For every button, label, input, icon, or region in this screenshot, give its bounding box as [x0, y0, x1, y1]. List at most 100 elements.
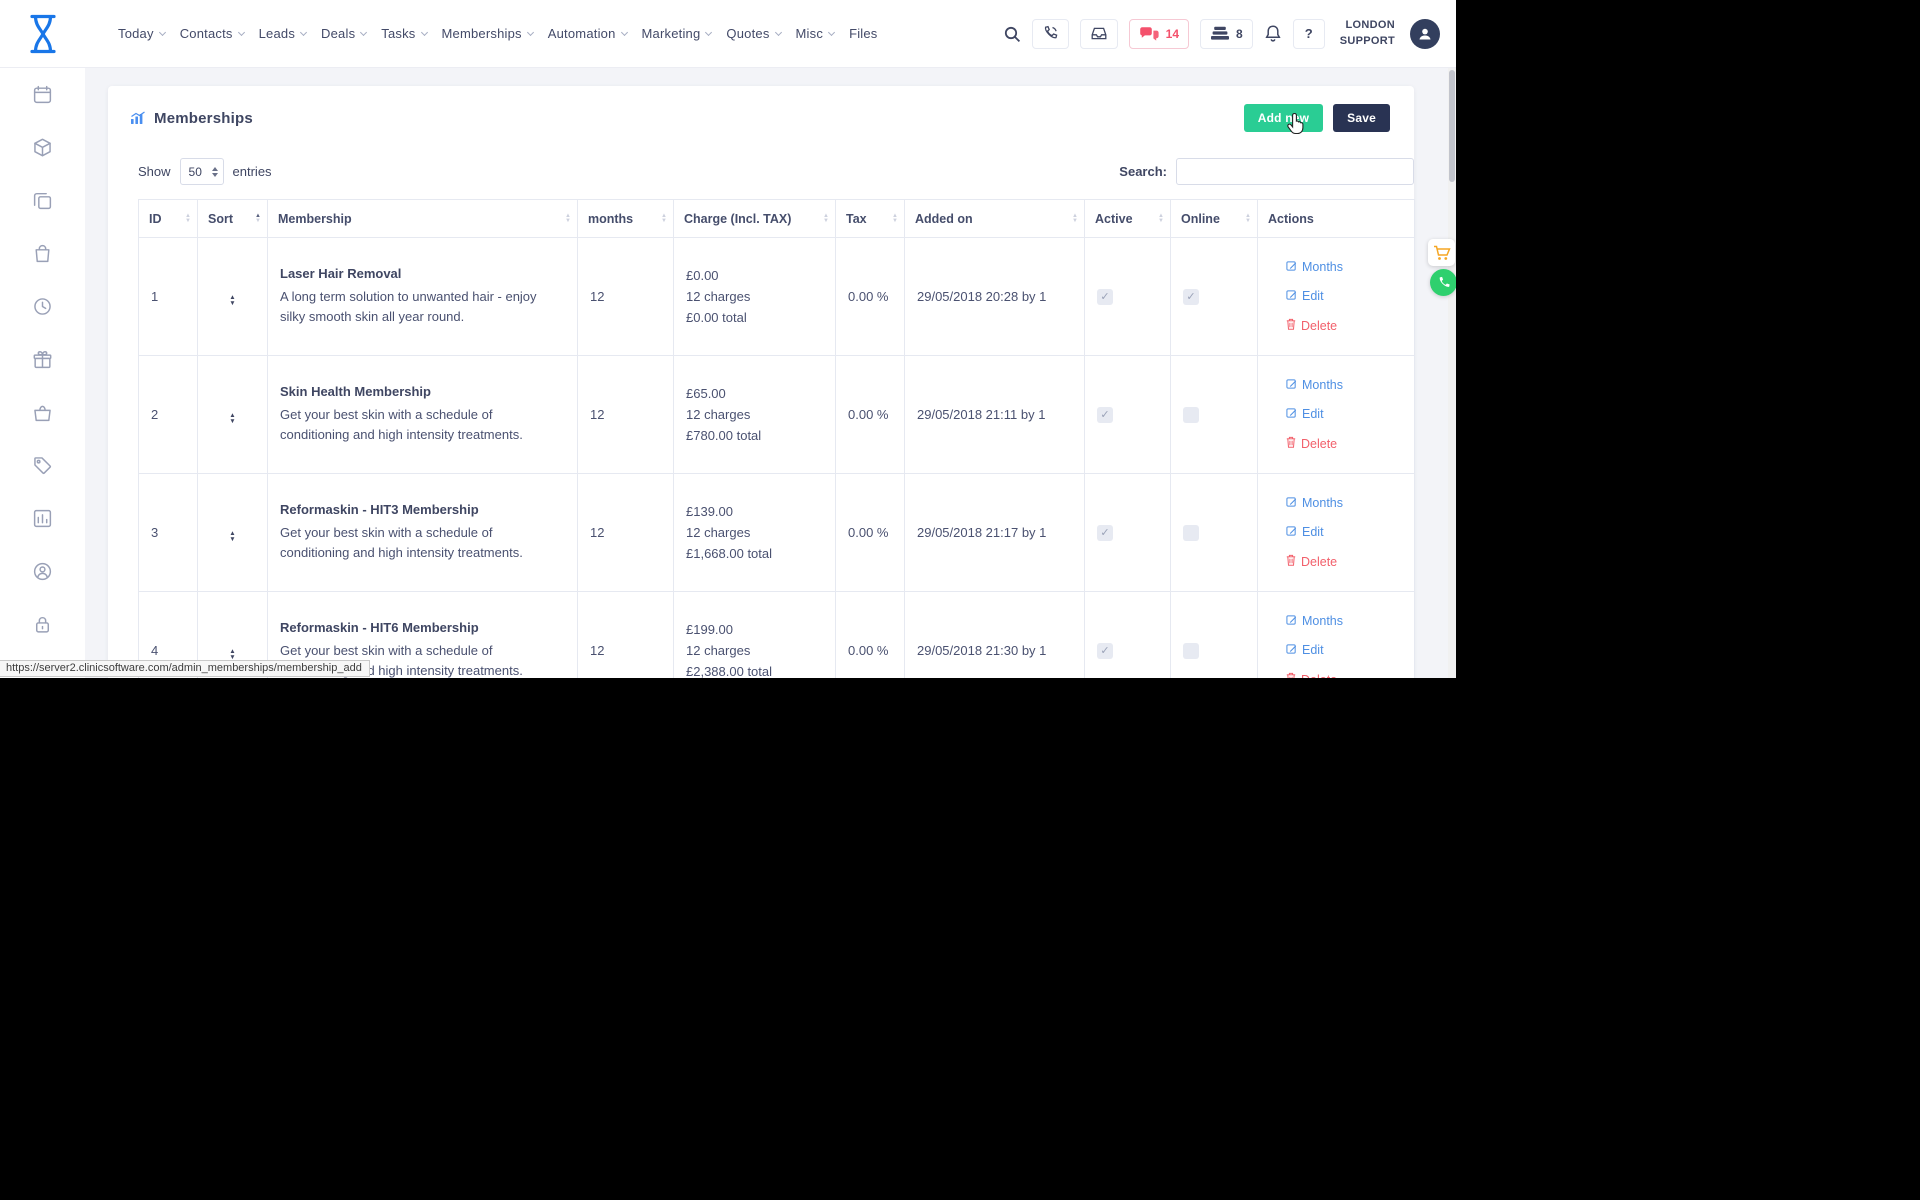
delete-link[interactable]: Delete	[1286, 436, 1402, 451]
active-checkbox[interactable]: ✓	[1097, 407, 1113, 423]
months-link[interactable]: Months	[1286, 614, 1402, 628]
cell-online: ✓	[1171, 238, 1258, 356]
delete-link[interactable]: Delete	[1286, 554, 1402, 569]
column-label: Membership	[278, 212, 352, 226]
months-link[interactable]: Months	[1286, 496, 1402, 510]
sidebar-item-copy[interactable]	[0, 176, 85, 229]
save-button[interactable]: Save	[1333, 104, 1390, 132]
user-icon	[1417, 26, 1433, 42]
search-label: Search:	[1119, 164, 1167, 179]
cell-added-on: 29/05/2018 21:30 by 1	[905, 592, 1085, 679]
action-label: Months	[1302, 614, 1343, 628]
avatar[interactable]	[1410, 19, 1440, 49]
sidebar-item-user[interactable]	[0, 547, 85, 600]
online-checkbox[interactable]	[1183, 643, 1199, 659]
inbox-button[interactable]	[1080, 19, 1118, 49]
nav-item-misc[interactable]: Misc	[796, 26, 835, 41]
cell-added-on: 29/05/2018 21:11 by 1	[905, 356, 1085, 474]
cards-button[interactable]: 8	[1200, 19, 1253, 49]
nav-item-contacts[interactable]: Contacts	[180, 26, 244, 41]
sidebar-item-shopping-bag[interactable]	[0, 229, 85, 282]
main-content: Memberships Add new Save Show 50 entries	[85, 68, 1456, 678]
entries-select[interactable]: 50	[180, 158, 224, 185]
help-button[interactable]: ?	[1293, 19, 1325, 49]
cards-count-badge: 8	[1236, 27, 1243, 41]
nav-item-marketing[interactable]: Marketing	[642, 26, 712, 41]
table-controls: Show 50 entries Search:	[108, 142, 1414, 199]
nav-item-leads[interactable]: Leads	[259, 26, 306, 41]
nav-right: 14 8 ? LONDON SUPPORT	[1003, 18, 1456, 49]
active-checkbox[interactable]: ✓	[1097, 289, 1113, 305]
chevron-down-icon	[360, 28, 367, 35]
months-link[interactable]: Months	[1286, 260, 1402, 274]
column-header-added-on[interactable]: Added on▲▼	[905, 200, 1085, 238]
drag-sort-handle[interactable]: ▲▼	[229, 413, 235, 424]
column-header-id[interactable]: ID▲▼	[139, 200, 198, 238]
column-header-months[interactable]: months▲▼	[578, 200, 674, 238]
add-new-button[interactable]: Add new	[1244, 104, 1323, 132]
edit-link[interactable]: Edit	[1286, 289, 1402, 303]
action-label: Delete	[1301, 319, 1337, 333]
chat-button[interactable]: 14	[1129, 19, 1189, 49]
phone-button[interactable]	[1032, 19, 1069, 49]
bell-icon[interactable]	[1264, 24, 1282, 43]
column-header-sort[interactable]: Sort▲▼	[198, 200, 268, 238]
sidebar-item-history[interactable]	[0, 282, 85, 335]
online-checkbox[interactable]	[1183, 525, 1199, 541]
added-on-value: 29/05/2018 21:30 by 1	[917, 643, 1046, 658]
cell-sort: ▲▼	[198, 474, 268, 592]
nav-item-automation[interactable]: Automation	[548, 26, 627, 41]
memberships-card: Memberships Add new Save Show 50 entries	[108, 86, 1414, 678]
sidebar-item-gift[interactable]	[0, 335, 85, 388]
search-input[interactable]	[1176, 158, 1414, 185]
chevron-down-icon	[527, 28, 534, 35]
active-checkbox[interactable]: ✓	[1097, 525, 1113, 541]
checkmark-icon: ✓	[1100, 526, 1109, 539]
sidebar-item-basket[interactable]	[0, 388, 85, 441]
column-header-membership[interactable]: Membership▲▼	[268, 200, 578, 238]
search-icon[interactable]	[1003, 25, 1021, 43]
membership-description: Get your best skin with a schedule of co…	[280, 523, 565, 563]
chat-count-badge: 14	[1166, 27, 1179, 41]
sidebar-item-tag[interactable]	[0, 441, 85, 494]
online-checkbox[interactable]: ✓	[1183, 289, 1199, 305]
nav-item-memberships[interactable]: Memberships	[442, 26, 533, 41]
page-title: Memberships	[154, 110, 253, 127]
clinicsoftware-logo[interactable]	[0, 13, 85, 55]
sidebar-item-calendar[interactable]	[0, 70, 85, 123]
delete-link[interactable]: Delete	[1286, 318, 1402, 333]
sidebar-item-chart[interactable]	[0, 494, 85, 547]
nav-item-tasks[interactable]: Tasks	[381, 26, 426, 41]
cell-membership: Skin Health MembershipGet your best skin…	[268, 356, 578, 474]
vertical-scrollbar[interactable]	[1448, 68, 1456, 678]
membership-id: 4	[151, 643, 158, 658]
column-header-charge-incl-tax[interactable]: Charge (Incl. TAX)▲▼	[674, 200, 836, 238]
active-checkbox[interactable]: ✓	[1097, 643, 1113, 659]
column-header-tax[interactable]: Tax▲▼	[836, 200, 905, 238]
nav-item-today[interactable]: Today	[118, 26, 165, 41]
sidebar-item-lock[interactable]	[0, 600, 85, 653]
drag-sort-handle[interactable]: ▲▼	[229, 649, 235, 660]
nav-item-files[interactable]: Files	[849, 26, 877, 41]
nav-item-deals[interactable]: Deals	[321, 26, 366, 41]
nav-item-quotes[interactable]: Quotes	[726, 26, 780, 41]
sidebar-item-package[interactable]	[0, 123, 85, 176]
scrollbar-thumb[interactable]	[1449, 70, 1455, 182]
drag-sort-handle[interactable]: ▲▼	[229, 295, 235, 306]
column-header-active[interactable]: Active▲▼	[1085, 200, 1171, 238]
drag-sort-handle[interactable]: ▲▼	[229, 531, 235, 542]
sort-arrows-icon: ▲▼	[823, 214, 829, 224]
cell-charge: £199.0012 charges£2,388.00 total	[674, 592, 836, 679]
online-checkbox[interactable]	[1183, 407, 1199, 423]
sort-arrows-icon: ▲▼	[1158, 214, 1164, 224]
edit-link[interactable]: Edit	[1286, 525, 1402, 539]
edit-link[interactable]: Edit	[1286, 643, 1402, 657]
copy-icon	[32, 190, 53, 216]
row-actions: Months Edit Delete	[1270, 260, 1402, 333]
whatsapp-float-button[interactable]	[1430, 269, 1456, 296]
edit-link[interactable]: Edit	[1286, 407, 1402, 421]
column-header-online[interactable]: Online▲▼	[1171, 200, 1258, 238]
months-link[interactable]: Months	[1286, 378, 1402, 392]
delete-link[interactable]: Delete	[1286, 672, 1402, 678]
cart-float-button[interactable]	[1428, 239, 1455, 266]
